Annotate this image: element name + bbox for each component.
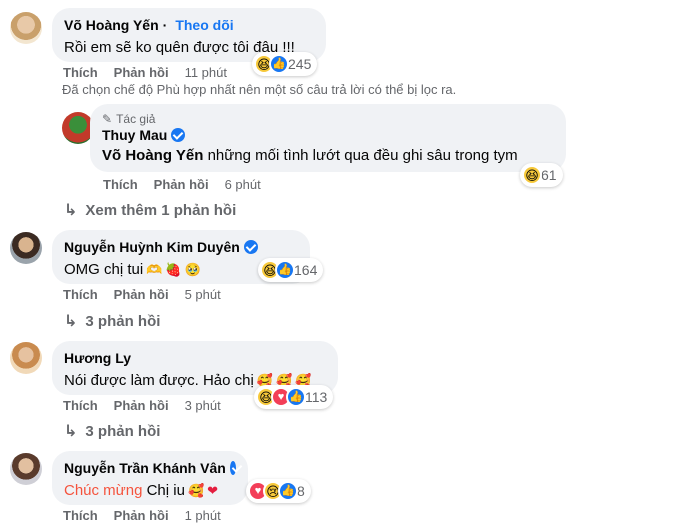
commenter-name[interactable]: Thuy Mau bbox=[102, 126, 167, 144]
replies-label: 3 phản hồi bbox=[85, 422, 161, 440]
reaction-summary-5[interactable]: ♥ 😢 👍 8 bbox=[246, 479, 311, 503]
view-more-label: Xem thêm 1 phản hồi bbox=[85, 201, 237, 219]
verified-badge-icon bbox=[171, 128, 186, 142]
timestamp[interactable]: 1 phút bbox=[185, 508, 221, 523]
view-replies-3[interactable]: ↳ 3 phản hồi bbox=[64, 311, 160, 331]
reaction-count: 61 bbox=[541, 167, 557, 183]
follow-button[interactable]: Theo dõi bbox=[175, 16, 233, 34]
view-more-replies[interactable]: ↳ Xem thêm 1 phản hồi bbox=[64, 200, 236, 220]
red-heart-icon: ❤ bbox=[207, 483, 219, 498]
author-badge: Tác giả bbox=[116, 112, 156, 126]
comment-bubble-2: ✎ Tác giả Thuy Mau Võ Hoàng Yến những mố… bbox=[90, 104, 566, 172]
timestamp[interactable]: 6 phút bbox=[225, 177, 261, 192]
timestamp[interactable]: 5 phút bbox=[185, 287, 221, 302]
commenter-name[interactable]: Nguyễn Trần Khánh Vân bbox=[64, 459, 226, 477]
reply-button[interactable]: Phản hồi bbox=[114, 508, 169, 523]
pencil-icon: ✎ bbox=[102, 112, 113, 126]
commenter-name[interactable]: Nguyễn Huỳnh Kim Duyên bbox=[64, 238, 240, 256]
reaction-summary-3[interactable]: 😆 👍 164 bbox=[258, 258, 324, 282]
comment-text: Chị iu bbox=[146, 482, 185, 499]
timestamp[interactable]: 3 phút bbox=[185, 398, 221, 413]
heart-hands-icon: 🫶 bbox=[146, 262, 163, 277]
reaction-count: 245 bbox=[288, 56, 312, 72]
comment-actions-2: Thích Phản hồi 6 phút bbox=[103, 177, 261, 192]
reply-button[interactable]: Phản hồi bbox=[154, 177, 209, 192]
comment-text: Nói được làm được. Hảo chị bbox=[64, 372, 254, 389]
like-icon: 👍 bbox=[275, 260, 295, 280]
smiling-hearts-icon: 🥰 bbox=[187, 483, 205, 498]
reply-button[interactable]: Phản hồi bbox=[114, 65, 169, 80]
strawberry-icon: 🍓 bbox=[165, 262, 182, 277]
comment-text: những mối tình lướt qua đều ghi sâu tron… bbox=[207, 147, 518, 164]
like-button[interactable]: Thích bbox=[63, 398, 98, 413]
reaction-count: 113 bbox=[305, 389, 328, 405]
commenter-name[interactable]: Võ Hoàng Yến bbox=[64, 16, 159, 34]
commenter-name[interactable]: Hương Ly bbox=[64, 349, 131, 367]
avatar-kim-duyen[interactable] bbox=[10, 232, 42, 264]
reply-arrow-icon: ↳ bbox=[64, 313, 78, 330]
like-button[interactable]: Thích bbox=[63, 287, 98, 302]
like-icon: 👍 bbox=[278, 481, 298, 501]
like-icon: 👍 bbox=[286, 387, 306, 407]
avatar-khanh-van[interactable] bbox=[10, 453, 42, 485]
mentioned-user[interactable]: Võ Hoàng Yến bbox=[102, 146, 203, 166]
comment-actions-5: Thích Phản hồi 1 phút bbox=[63, 508, 221, 523]
reaction-summary-1[interactable]: 😆 👍 245 bbox=[252, 52, 318, 76]
filter-note: Đã chọn chế độ Phù hợp nhất nên một số c… bbox=[62, 82, 457, 97]
reaction-summary-4[interactable]: 😆 ♥ 👍 113 bbox=[254, 385, 334, 409]
reaction-count: 8 bbox=[297, 483, 305, 499]
like-button[interactable]: Thích bbox=[103, 177, 138, 192]
replies-label: 3 phản hồi bbox=[85, 312, 161, 330]
reaction-count: 164 bbox=[294, 262, 318, 278]
view-replies-4[interactable]: ↳ 3 phản hồi bbox=[64, 421, 160, 441]
like-button[interactable]: Thích bbox=[63, 508, 98, 523]
reply-arrow-icon: ↳ bbox=[64, 202, 78, 219]
like-button[interactable]: Thích bbox=[63, 65, 98, 80]
pleading-face-icon: 🥹 bbox=[184, 262, 201, 277]
reply-button[interactable]: Phản hồi bbox=[114, 398, 169, 413]
comment-actions-3: Thích Phản hồi 5 phút bbox=[63, 287, 221, 302]
comment-actions-1: Thích Phản hồi 11 phút bbox=[63, 65, 227, 80]
like-icon: 👍 bbox=[269, 54, 289, 74]
haha-icon: 😆 bbox=[522, 165, 542, 185]
comment-bubble-5: Nguyễn Trần Khánh Vân Chúc mừng Chị iu 🥰… bbox=[52, 451, 248, 505]
reply-button[interactable]: Phản hồi bbox=[114, 287, 169, 302]
verified-badge-icon bbox=[229, 461, 236, 475]
avatar-huong-ly[interactable] bbox=[10, 342, 42, 374]
avatar-vo-hoang-yen[interactable] bbox=[10, 12, 42, 44]
timestamp[interactable]: 11 phút bbox=[185, 65, 227, 80]
verified-badge-icon bbox=[243, 240, 258, 254]
reply-arrow-icon: ↳ bbox=[64, 423, 78, 440]
comment-text: OMG chị tui bbox=[64, 261, 144, 278]
reaction-summary-2[interactable]: 😆 61 bbox=[520, 163, 563, 187]
celebration-text: Chúc mừng bbox=[64, 482, 143, 499]
comment-actions-4: Thích Phản hồi 3 phút bbox=[63, 398, 221, 413]
